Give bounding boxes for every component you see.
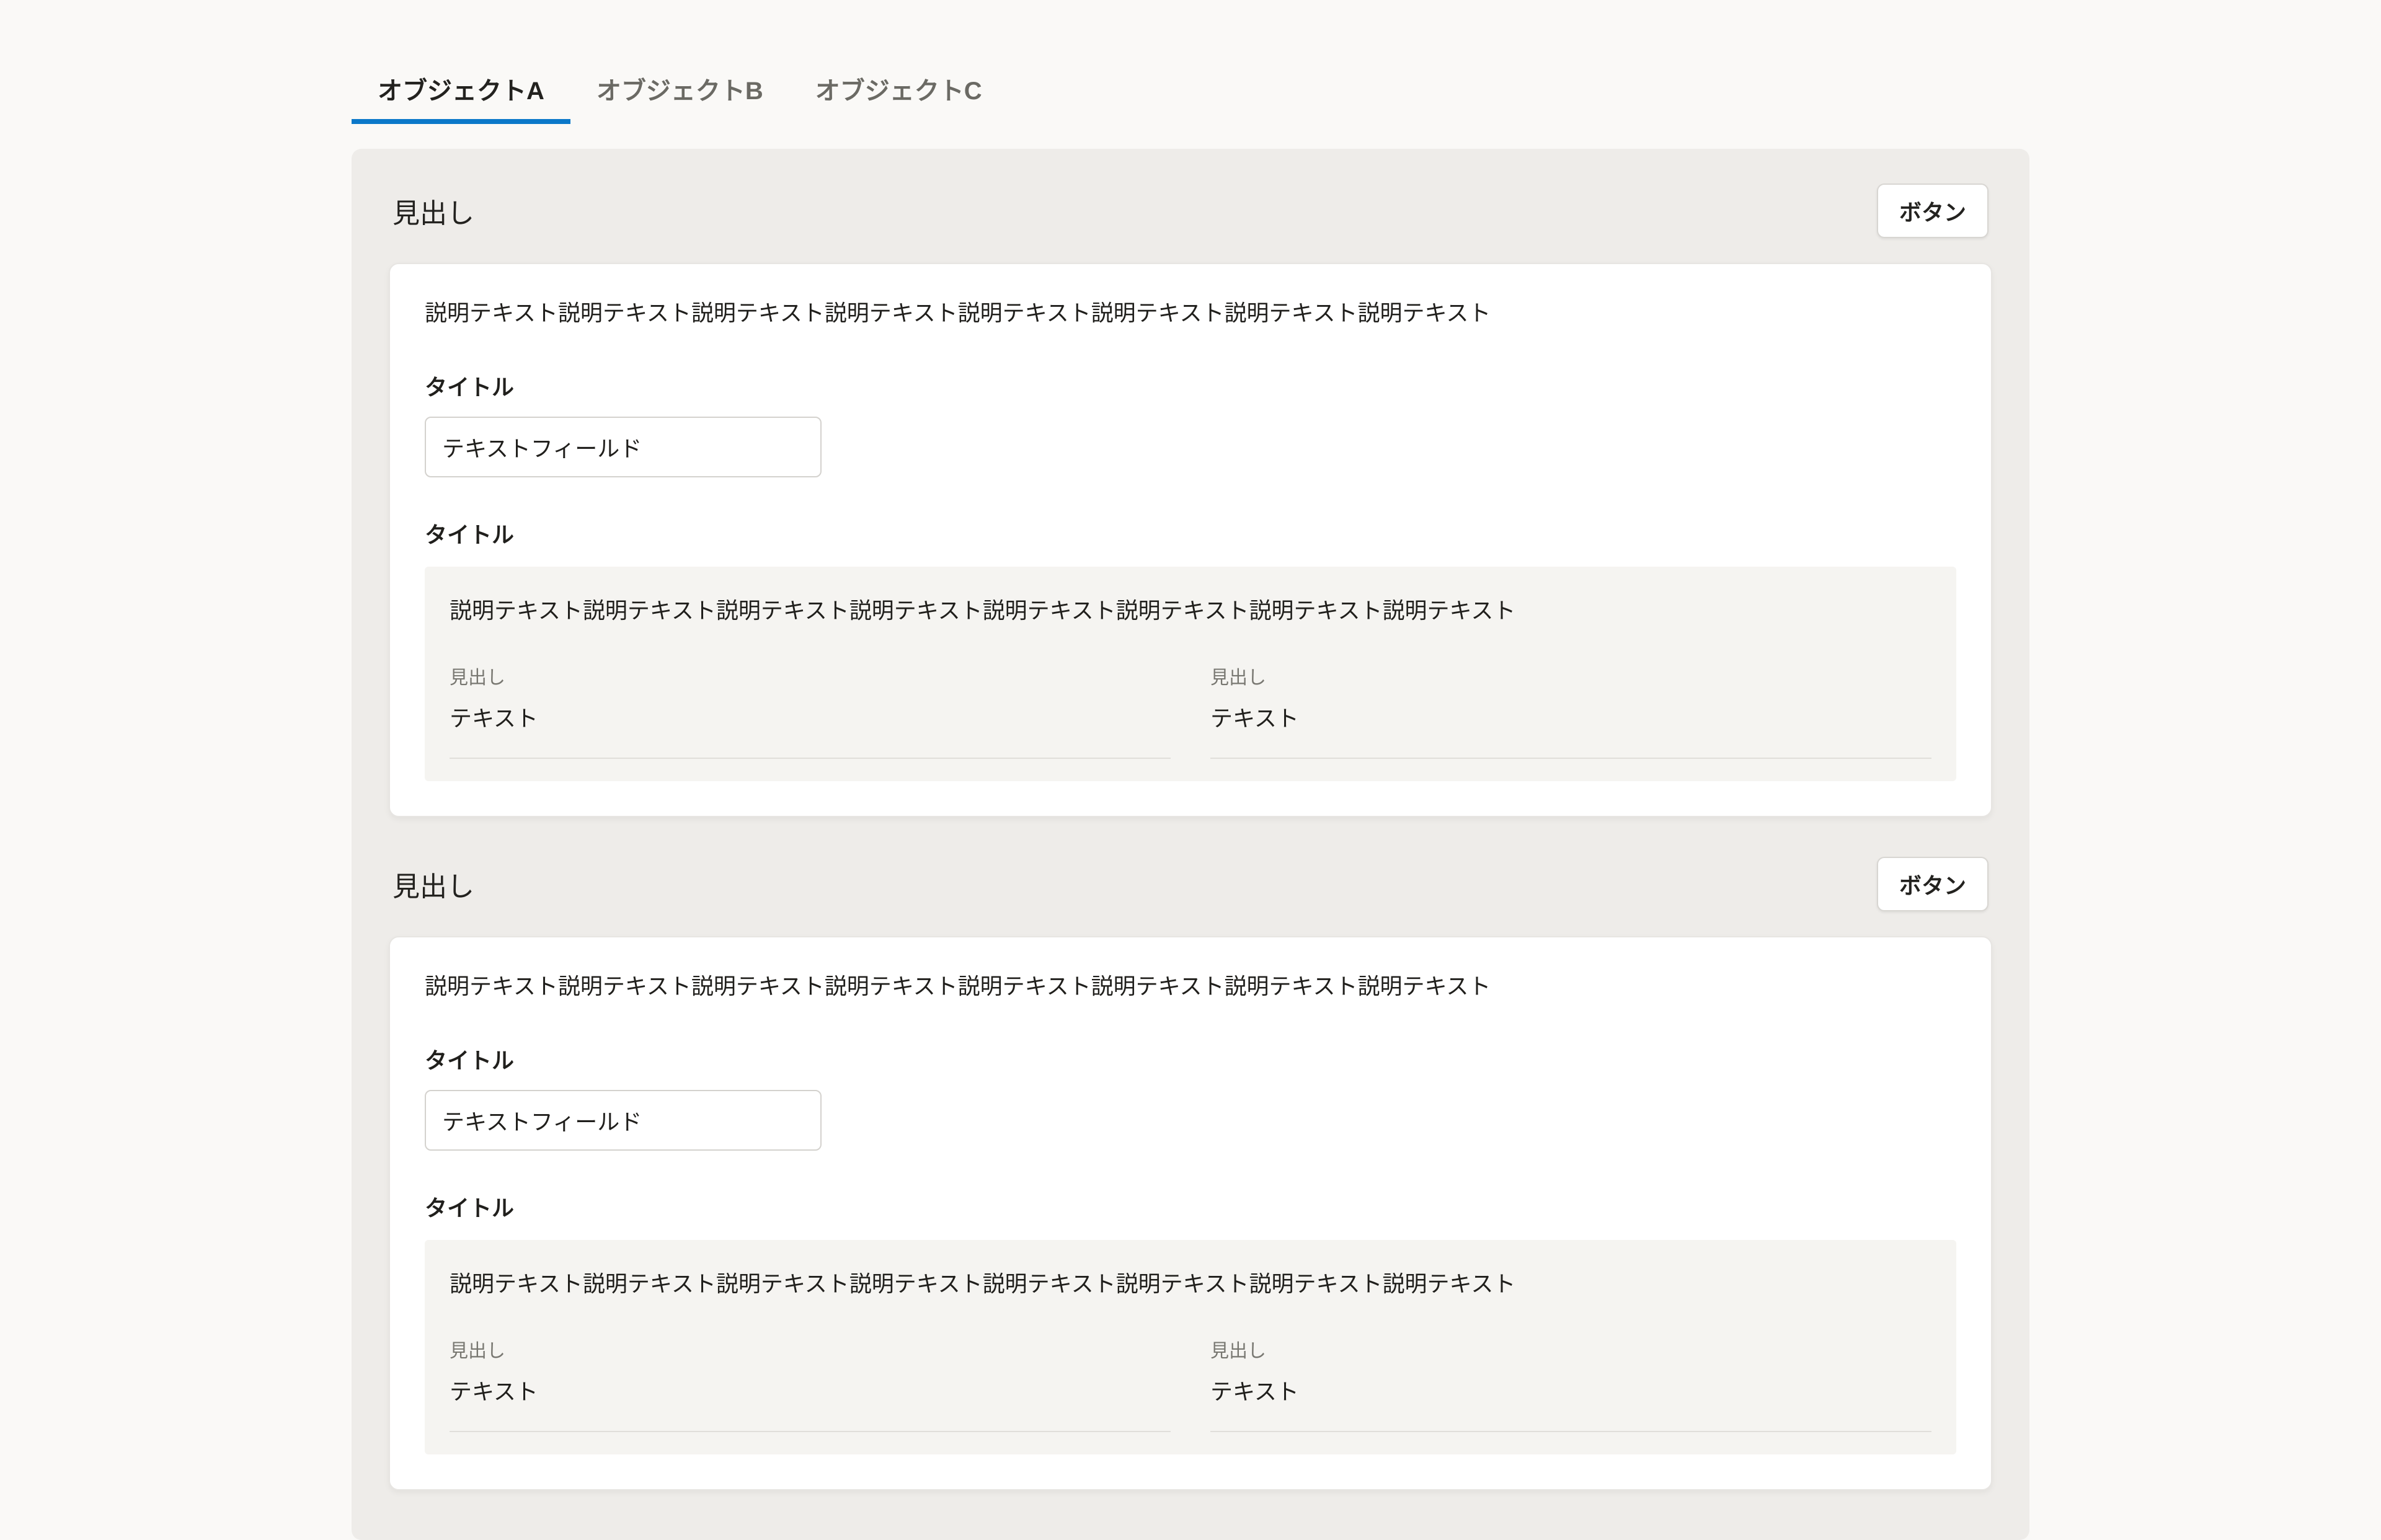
panel-columns: 見出し テキスト 見出し テキスト <box>450 1335 1931 1432</box>
tab-object-a[interactable]: オブジェクトA <box>352 62 570 124</box>
panel-column: 見出し テキスト <box>450 662 1171 759</box>
section-card: 説明テキスト説明テキスト説明テキスト説明テキスト説明テキスト説明テキスト説明テキ… <box>389 936 1992 1490</box>
column-value: テキスト <box>450 701 1171 733</box>
panel-column: 見出し テキスト <box>1210 662 1931 759</box>
section-action-button[interactable]: ボタン <box>1877 184 1989 238</box>
column-label: 見出し <box>450 662 1171 689</box>
settings-container: 見出し ボタン 説明テキスト説明テキスト説明テキスト説明テキスト説明テキスト説明… <box>352 149 2029 1540</box>
panel-column: 見出し テキスト <box>450 1335 1171 1432</box>
card-description: 説明テキスト説明テキスト説明テキスト説明テキスト説明テキスト説明テキスト説明テキ… <box>425 296 1956 330</box>
column-label: 見出し <box>450 1335 1171 1363</box>
section-header-1: 見出し ボタン <box>389 184 1992 238</box>
column-value: テキスト <box>450 1374 1171 1406</box>
column-label: 見出し <box>1210 662 1931 689</box>
column-value: テキスト <box>1210 1374 1931 1406</box>
group-label: タイトル <box>425 517 1956 549</box>
panel-columns: 見出し テキスト 見出し テキスト <box>450 662 1931 759</box>
field-label: タイトル <box>425 1043 1956 1075</box>
column-label: 見出し <box>1210 1335 1931 1363</box>
column-value: テキスト <box>1210 701 1931 733</box>
page-wrapper: オブジェクトA オブジェクトB オブジェクトC 見出し ボタン 説明テキスト説明… <box>352 0 2029 1540</box>
section-action-button[interactable]: ボタン <box>1877 857 1989 911</box>
group-panel: 説明テキスト説明テキスト説明テキスト説明テキスト説明テキスト説明テキスト説明テキ… <box>425 1240 1956 1454</box>
field-label: タイトル <box>425 370 1956 402</box>
panel-description: 説明テキスト説明テキスト説明テキスト説明テキスト説明テキスト説明テキスト説明テキ… <box>450 594 1931 627</box>
section-heading: 見出し <box>392 864 474 904</box>
section-header-2: 見出し ボタン <box>389 857 1992 911</box>
section-heading: 見出し <box>392 191 474 231</box>
tab-object-b[interactable]: オブジェクトB <box>570 62 789 124</box>
panel-column: 見出し テキスト <box>1210 1335 1931 1432</box>
title-text-field[interactable] <box>425 1090 822 1151</box>
group-label: タイトル <box>425 1190 1956 1223</box>
title-text-field[interactable] <box>425 417 822 477</box>
panel-description: 説明テキスト説明テキスト説明テキスト説明テキスト説明テキスト説明テキスト説明テキ… <box>450 1267 1931 1301</box>
section-card: 説明テキスト説明テキスト説明テキスト説明テキスト説明テキスト説明テキスト説明テキ… <box>389 263 1992 817</box>
card-description: 説明テキスト説明テキスト説明テキスト説明テキスト説明テキスト説明テキスト説明テキ… <box>425 970 1956 1003</box>
object-tab-bar: オブジェクトA オブジェクトB オブジェクトC <box>352 62 2029 124</box>
tab-object-c[interactable]: オブジェクトC <box>789 62 1008 124</box>
group-panel: 説明テキスト説明テキスト説明テキスト説明テキスト説明テキスト説明テキスト説明テキ… <box>425 567 1956 781</box>
